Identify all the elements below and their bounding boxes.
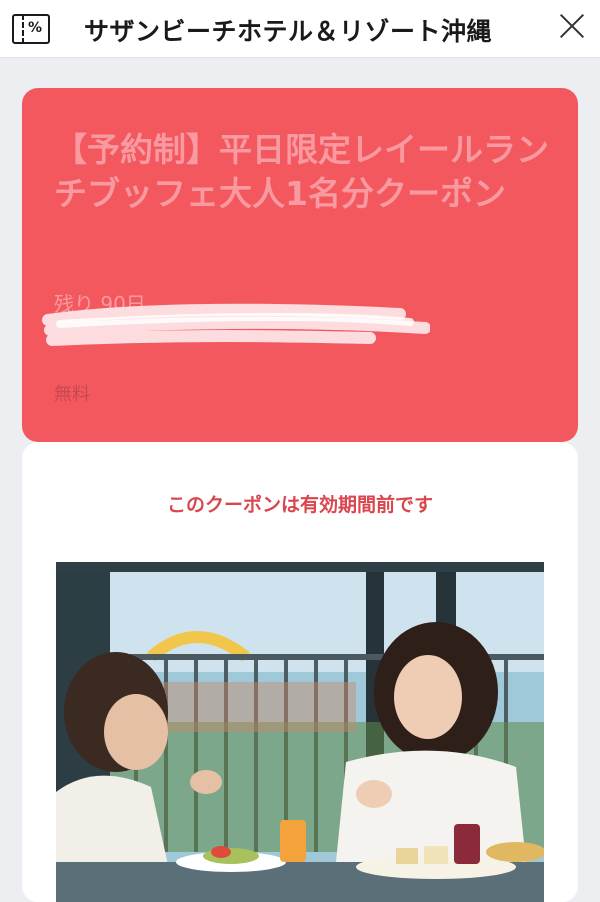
- lunch-photo: [56, 562, 544, 902]
- redaction-scribble: [42, 303, 430, 346]
- coupon-percent-glyph: %: [28, 20, 43, 36]
- coupon-title: 【予約制】平日限定レイールランチブッフェ大人1名分クーポン: [54, 130, 549, 213]
- coupon-notch: [22, 14, 24, 44]
- lunch-photo-illustration: [56, 562, 544, 902]
- header-bar: % サザンビーチホテル＆リゾート沖縄: [0, 0, 600, 58]
- close-icon[interactable]: [556, 10, 588, 42]
- page-title: サザンビーチホテル＆リゾート沖縄: [84, 17, 493, 46]
- coupon-status-message: このクーポンは有効期間前です: [166, 494, 433, 516]
- coupon-icon[interactable]: %: [12, 14, 50, 44]
- coupon-price: 無料: [54, 384, 90, 405]
- coupon-card[interactable]: 【予約制】平日限定レイールランチブッフェ大人1名分クーポン 残り 90日 無料: [22, 88, 578, 442]
- coupon-detail-card: このクーポンは有効期間前です: [22, 442, 578, 902]
